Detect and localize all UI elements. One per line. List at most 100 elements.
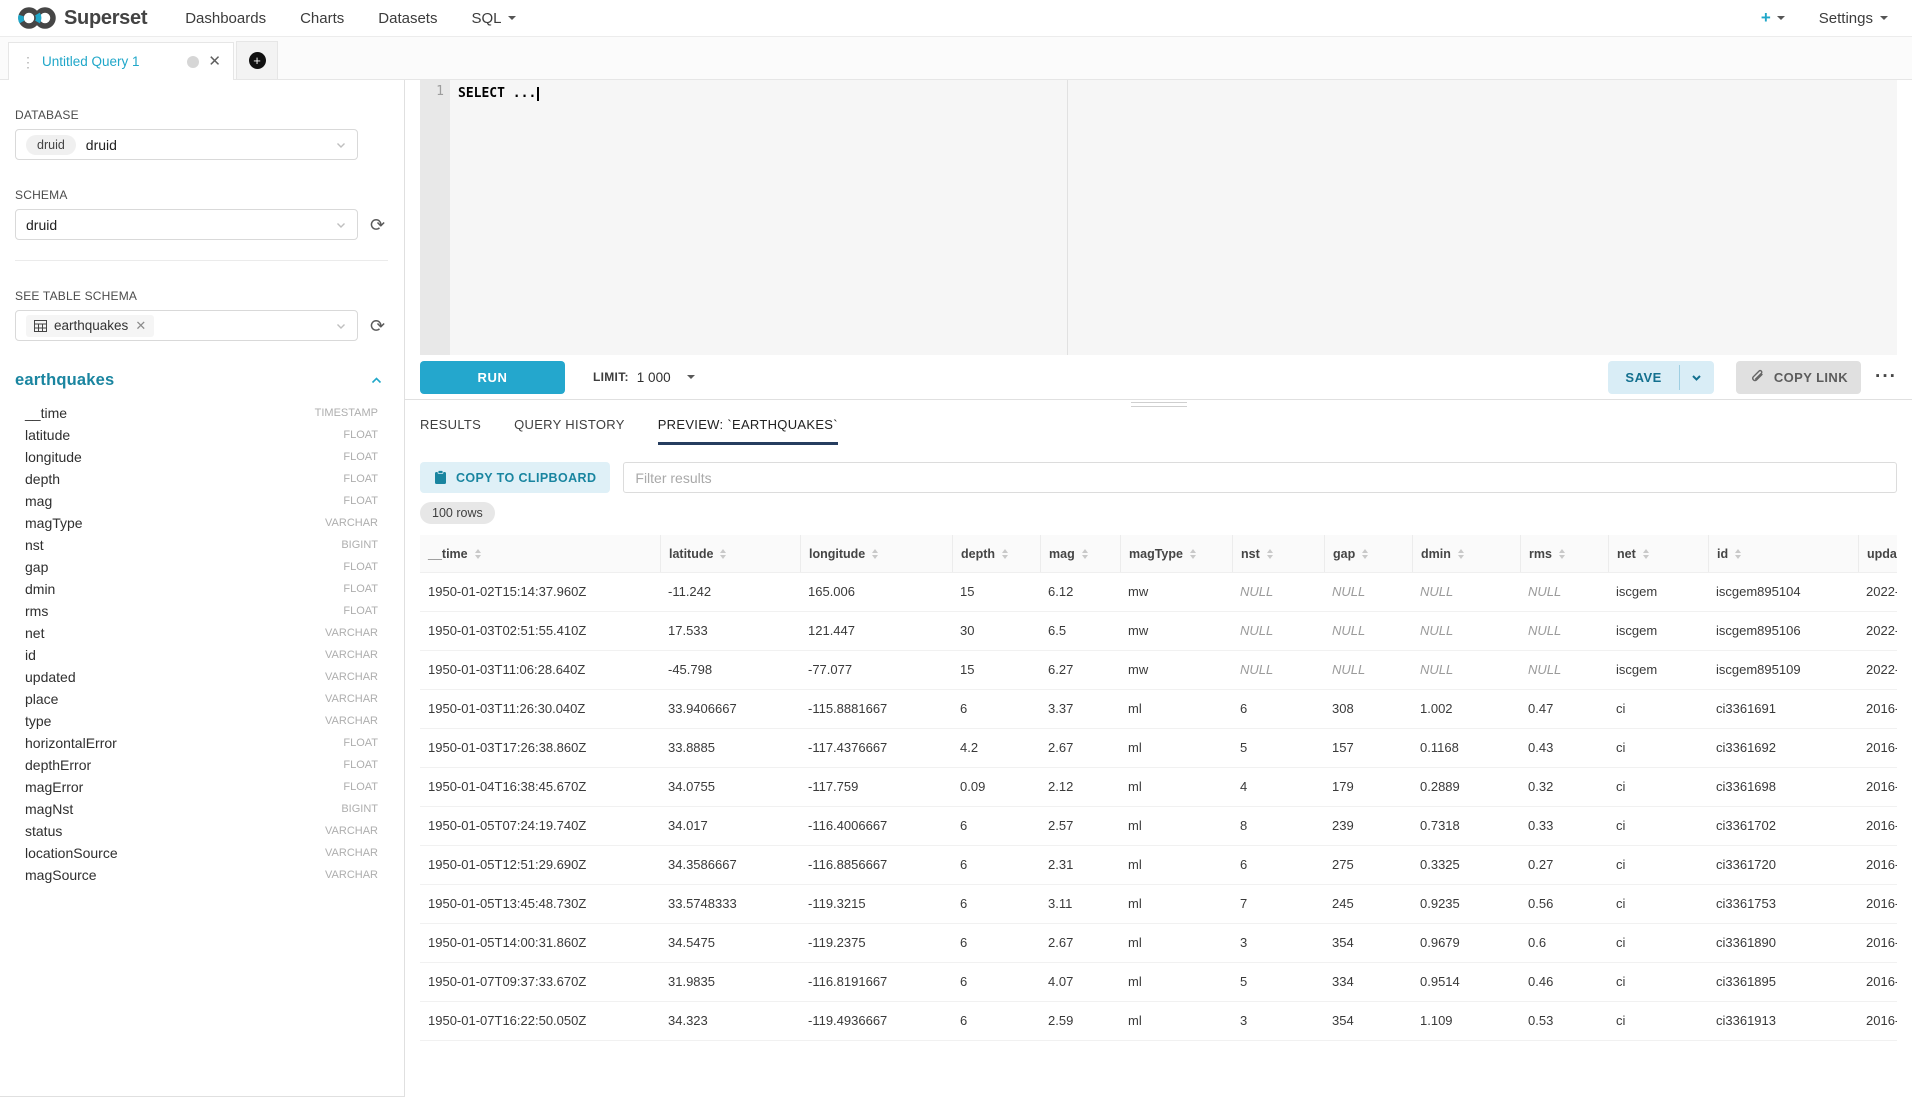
schema-column-row: magSourceVARCHAR	[15, 864, 390, 886]
settings-menu[interactable]: Settings	[1819, 10, 1888, 27]
results-tabs: RESULTS QUERY HISTORY PREVIEW: `EARTHQUAKE…	[420, 401, 1897, 445]
filter-results-input[interactable]	[623, 462, 1897, 493]
results-tab-0[interactable]: RESULTS	[420, 417, 481, 445]
column-name: dmin	[25, 581, 55, 597]
grid-cell: 4	[1232, 768, 1324, 806]
results-grid: __time latitudelongitudedepthmagmagTypens…	[420, 535, 1897, 1041]
grid-header-latitude[interactable]: latitude	[660, 535, 800, 572]
grid-cell: 4.07	[1040, 963, 1120, 1001]
column-type: VARCHAR	[325, 671, 378, 683]
results-tab-1[interactable]: QUERY HISTORY	[514, 417, 625, 445]
drag-handle-icon[interactable]: ⋮	[21, 57, 33, 67]
grid-cell: ml	[1120, 690, 1232, 728]
grid-cell: NULL	[1324, 573, 1412, 611]
see-table-schema-label: SEE TABLE SCHEMA	[15, 289, 389, 303]
table-name-heading[interactable]: earthquakes	[15, 371, 114, 390]
new-item-menu[interactable]: +	[1761, 8, 1785, 28]
grid-cell: 15	[952, 651, 1040, 689]
limit-dropdown[interactable]: LIMIT: 1 000	[593, 370, 695, 385]
sort-icon	[1362, 549, 1368, 559]
save-options-button[interactable]	[1680, 361, 1714, 394]
table-row: 1950-01-02T15:14:37.960Z-11.242165.00615…	[420, 573, 1897, 612]
more-options-button[interactable]: ···	[1875, 372, 1897, 382]
schema-column-row: magTypeVARCHAR	[15, 512, 390, 534]
close-tab-icon[interactable]: ✕	[208, 54, 221, 69]
column-type: VARCHAR	[325, 517, 378, 529]
schema-column-row: rmsFLOAT	[15, 600, 390, 622]
schema-select[interactable]: druid	[15, 209, 358, 240]
grid-header-label: net	[1617, 547, 1636, 561]
remove-table-icon[interactable]: ✕	[135, 318, 146, 334]
grid-cell: 3.37	[1040, 690, 1120, 728]
table-row: 1950-01-03T17:26:38.860Z33.8885-117.4376…	[420, 729, 1897, 768]
results-tab-2[interactable]: PREVIEW: `EARTHQUAKES`	[658, 417, 838, 445]
grid-cell: 275	[1324, 846, 1412, 884]
grid-cell: -119.3215	[800, 885, 952, 923]
grid-header-magType[interactable]: magType	[1120, 535, 1232, 572]
grid-cell: 2.67	[1040, 924, 1120, 962]
chevron-down-icon	[508, 16, 516, 20]
column-name: depthError	[25, 757, 91, 773]
navbar-right: + Settings	[1761, 8, 1888, 28]
grid-cell: 15	[952, 573, 1040, 611]
column-type: TIMESTAMP	[315, 407, 378, 419]
query-tab[interactable]: ⋮ Untitled Query 1 ✕	[8, 42, 234, 80]
grid-cell: iscgem895106	[1708, 612, 1858, 650]
nav-item-charts[interactable]: Charts	[300, 10, 344, 27]
grid-cell: -117.4376667	[800, 729, 952, 767]
sql-editor[interactable]: 1 SELECT ...	[420, 80, 1897, 355]
run-button[interactable]: RUN	[420, 361, 565, 394]
grid-header-label: __time	[428, 547, 468, 561]
grid-header-net[interactable]: net	[1608, 535, 1708, 572]
refresh-schemas-icon[interactable]: ⟳	[370, 216, 385, 234]
table-select[interactable]: earthquakes ✕	[15, 310, 358, 341]
editor-code-area[interactable]: SELECT ...	[450, 80, 1897, 355]
database-select[interactable]: druid druid	[15, 129, 358, 160]
grid-header-rms[interactable]: rms	[1520, 535, 1608, 572]
nav-item-datasets[interactable]: Datasets	[378, 10, 437, 27]
grid-cell: ci3361720	[1708, 846, 1858, 884]
grid-cell: 1950-01-02T15:14:37.960Z	[420, 573, 660, 611]
grid-header-dmin[interactable]: dmin	[1412, 535, 1520, 572]
chevron-up-icon[interactable]	[370, 374, 383, 387]
grid-cell: 1950-01-07T16:22:50.050Z	[420, 1002, 660, 1040]
grid-header-longitude[interactable]: longitude	[800, 535, 952, 572]
save-button[interactable]: SAVE	[1608, 361, 1678, 394]
sort-icon	[720, 549, 726, 559]
grid-header-updated[interactable]: updated	[1858, 535, 1897, 572]
column-type: VARCHAR	[325, 649, 378, 661]
grid-cell: 308	[1324, 690, 1412, 728]
column-name: magError	[25, 779, 83, 795]
query-tab-strip: ⋮ Untitled Query 1 ✕ +	[0, 37, 1912, 80]
grid-header-mag[interactable]: mag	[1040, 535, 1120, 572]
grid-header-gap[interactable]: gap	[1324, 535, 1412, 572]
grid-header-depth[interactable]: depth	[952, 535, 1040, 572]
grid-cell: -11.242	[660, 573, 800, 611]
grid-cell: iscgem895104	[1708, 573, 1858, 611]
superset-logo[interactable]: Superset	[16, 5, 147, 31]
grid-header-row: __time latitudelongitudedepthmagmagTypens…	[420, 535, 1897, 573]
grid-header-nst[interactable]: nst	[1232, 535, 1324, 572]
add-tab-icon: +	[249, 52, 266, 69]
grid-header-id[interactable]: id	[1708, 535, 1858, 572]
grid-cell: ci	[1608, 885, 1708, 923]
copy-link-button[interactable]: COPY LINK	[1736, 361, 1861, 394]
refresh-tables-icon[interactable]: ⟳	[370, 317, 385, 335]
column-type: FLOAT	[343, 583, 378, 595]
grid-header-__time[interactable]: __time	[420, 535, 660, 572]
schema-column-row: magNstBIGINT	[15, 798, 390, 820]
sort-icon	[1643, 549, 1649, 559]
grid-cell: 2016-0	[1858, 963, 1897, 1001]
chevron-down-icon	[1777, 16, 1785, 20]
nav-item-dashboards[interactable]: Dashboards	[185, 10, 266, 27]
text-cursor	[537, 87, 539, 101]
grid-cell: 6	[952, 846, 1040, 884]
nav-item-sql[interactable]: SQL	[471, 10, 516, 27]
copy-to-clipboard-button[interactable]: COPY TO CLIPBOARD	[420, 462, 610, 493]
grid-cell: 17.533	[660, 612, 800, 650]
new-query-tab-button[interactable]: +	[236, 41, 278, 79]
grid-cell: 1950-01-03T11:06:28.640Z	[420, 651, 660, 689]
table-row: 1950-01-05T13:45:48.730Z33.5748333-119.3…	[420, 885, 1897, 924]
grid-cell: 5	[1232, 963, 1324, 1001]
grid-cell: ml	[1120, 924, 1232, 962]
